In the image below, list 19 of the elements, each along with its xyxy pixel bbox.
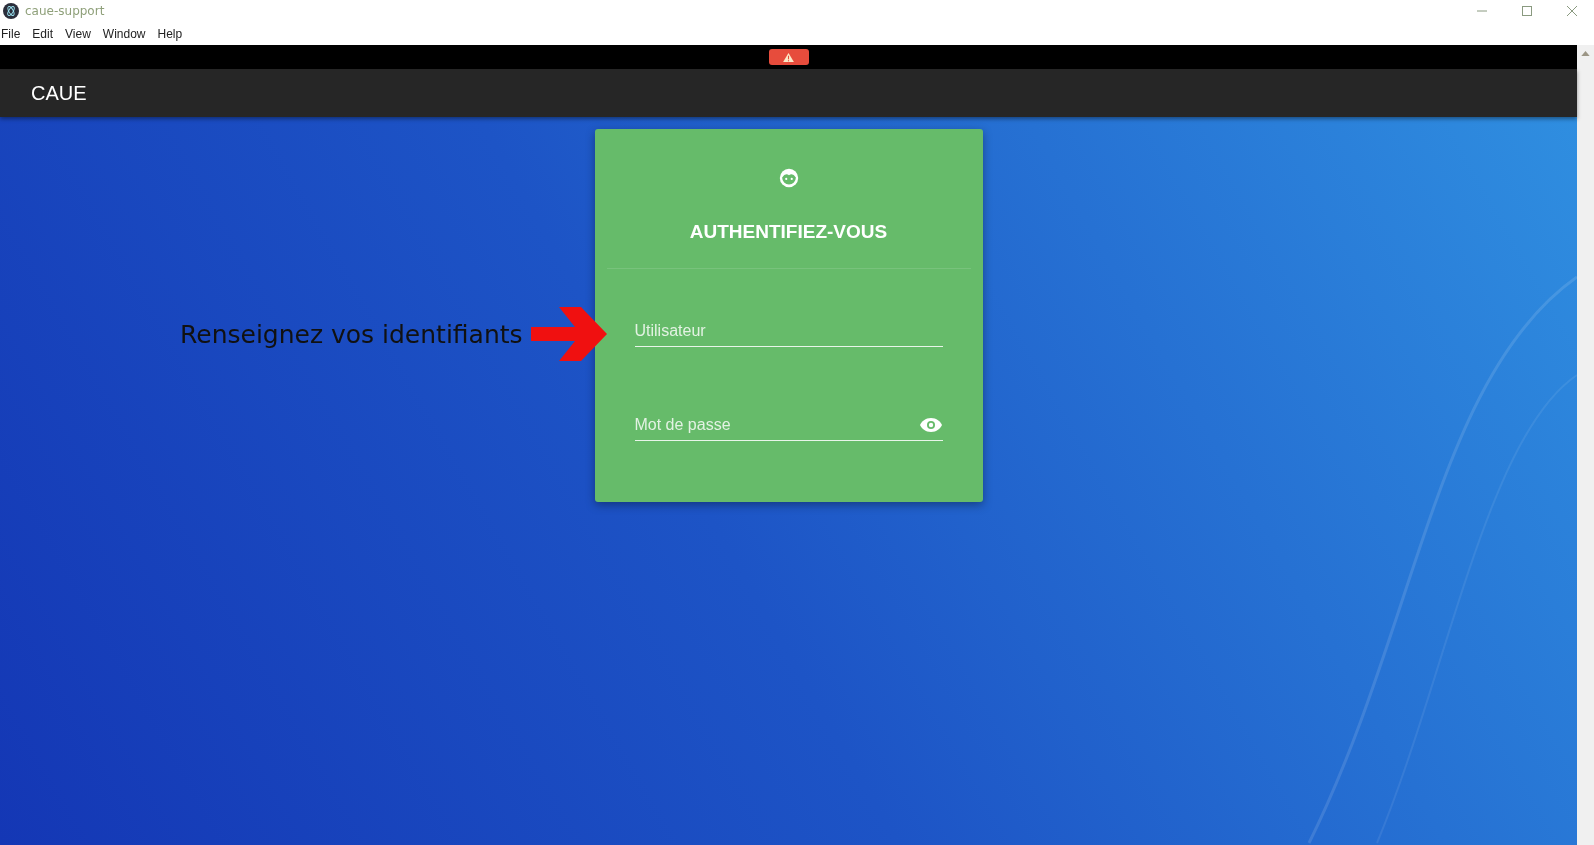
- menu-item[interactable]: File: [0, 26, 27, 41]
- input-field[interactable]: Utilisateur: [634, 316, 943, 346]
- maximize-icon: [1520, 5, 1533, 17]
- warning-badge[interactable]: [768, 49, 809, 65]
- login-heading: AUTHENTIFIEZ-VOUS: [689, 221, 888, 243]
- close-icon: [1565, 5, 1578, 17]
- input-field[interactable]: Mot de passe: [634, 410, 913, 440]
- arrow-icon: [530, 307, 607, 361]
- app-logo-icon: [3, 3, 19, 19]
- face-icon: [777, 167, 800, 189]
- menu-item[interactable]: Window: [102, 26, 152, 41]
- annotation-text: Renseignez vos identifiants: [180, 319, 523, 349]
- scroll-up-icon[interactable]: [1581, 51, 1590, 56]
- menu-item[interactable]: Help: [157, 26, 189, 41]
- menu-item[interactable]: Edit: [32, 26, 60, 41]
- window-title: caue-support: [25, 4, 105, 18]
- menu-item[interactable]: View: [65, 26, 97, 41]
- eye-icon[interactable]: [918, 417, 943, 433]
- app-title: CAUE: [31, 81, 87, 105]
